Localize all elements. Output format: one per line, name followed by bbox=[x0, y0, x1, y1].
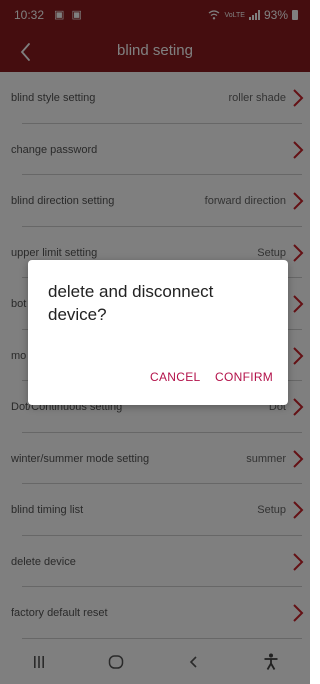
cancel-button[interactable]: CANCEL bbox=[150, 370, 200, 384]
confirm-button[interactable]: CONFIRM bbox=[215, 370, 273, 384]
dialog-message: delete and disconnect device? bbox=[48, 282, 214, 324]
confirm-dialog: delete and disconnect device? CANCEL CON… bbox=[28, 260, 288, 405]
